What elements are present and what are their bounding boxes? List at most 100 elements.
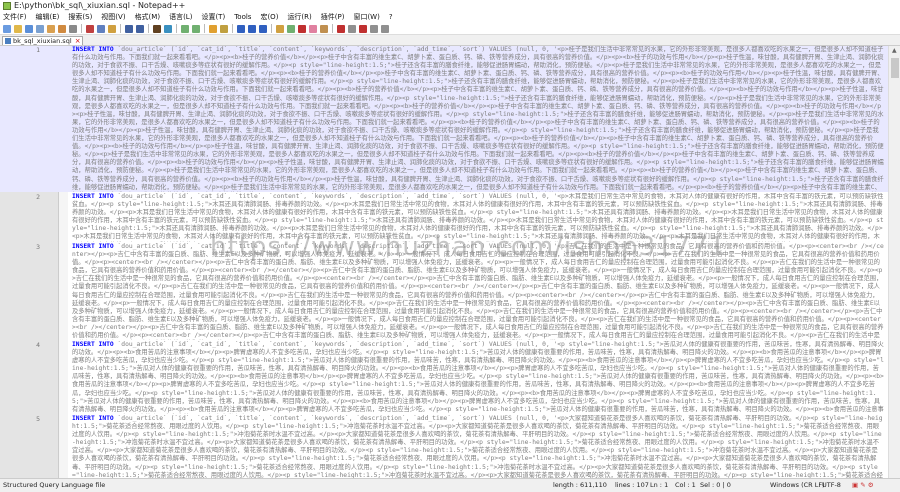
code-line[interactable]: 4 INSERT INTO `dou_article` (`id`, `cat_i… [0,341,888,414]
status-sel: Sel : 0 | 0 [700,481,731,489]
sql-columns: `dou_article` (`id`, `cat_id`, `title`, … [113,341,558,348]
menu-item[interactable]: 运行(R) [287,12,311,23]
stop-macro-icon[interactable] [348,24,356,33]
print-icon[interactable] [69,24,77,33]
close-icon[interactable] [47,24,55,33]
run-macro-icon[interactable] [370,24,378,33]
status-length: length : 611,110 [553,481,607,489]
sql-columns: `dou_article` (`id`, `cat_id`, `title`, … [113,193,558,200]
menu-item[interactable]: Tools [234,12,251,23]
menu-item[interactable]: 语言(L) [169,12,192,23]
zoom-out-icon[interactable] [192,24,200,33]
toolbar-separator [148,24,149,33]
vertical-scrollbar[interactable]: ▲ [888,46,900,478]
toolbar-separator [332,24,333,33]
sync-h-icon[interactable] [220,24,228,33]
udl-icon[interactable] [276,24,284,33]
sql-keyword: INSERT INTO [72,46,114,53]
open-file-icon[interactable] [14,24,22,33]
status-eol[interactable]: Windows (CR LF) [770,479,825,492]
menu-item[interactable]: 设置(T) [201,12,225,23]
func-list-icon[interactable] [298,24,306,33]
notepad-icon [3,2,11,10]
toolbar [0,23,900,35]
record-macro-icon[interactable] [337,24,345,33]
sync-v-icon[interactable] [209,24,217,33]
redo-icon[interactable] [136,24,144,33]
sql-content-continued: <p>桂子是我们生活中非常常见的水果，它的外形非常美观，是很多人都喜欢吃的水果之… [72,62,884,192]
toolbar-separator [120,24,121,33]
menu-bar: 文件(F) 编辑(E) 搜索(S) 视图(V) 格式(M) 语言(L) 设置(T) Tools… [0,12,900,23]
line-text: INSERT INTO `dou_article` (`id`, `cat_id… [72,341,884,414]
sql-keyword: INSERT INTO [72,193,114,200]
scroll-up-icon[interactable]: ▲ [892,47,897,54]
tab-file[interactable]: bk_sql_xiuxian.sql × [2,36,83,45]
sql-content-continued: <p style="line-height:1.5;">苦瓜对人体的健康有很重要… [72,349,884,414]
copy-icon[interactable] [97,24,105,33]
scroll-thumb[interactable] [891,58,899,78]
tab-label: bk_sql_xiuxian.sql [13,37,72,45]
zoom-in-icon[interactable] [181,24,189,33]
menu-item[interactable]: 文件(F) [3,12,27,23]
line-number: 1 [36,46,40,54]
toolbar-separator [176,24,177,33]
toolbar-separator [271,24,272,33]
title-bar: E:\python\bk_sql\_xiuxian.sql - Notepad+… [0,0,900,12]
paste-icon[interactable] [108,24,116,33]
ins-icon: ▣ ✎ ⚙ [852,481,874,489]
menu-item[interactable]: 窗口(W) [353,12,379,23]
new-file-icon[interactable] [3,24,11,33]
undo-icon[interactable] [125,24,133,33]
replace-icon[interactable] [164,24,172,33]
doc-map-icon[interactable] [287,24,295,33]
line-text: INSERT INTO `dou_article` (`id`, `cat_id… [72,46,884,192]
close-all-icon[interactable] [58,24,66,33]
folder-workspace-icon[interactable] [309,24,317,33]
all-chars-icon[interactable] [248,24,256,33]
window-title: E:\python\bk_sql\_xiuxian.sql - Notepad+… [14,1,186,10]
code-line[interactable]: 2 INSERT INTO `dou_article` (`id`, `cat_i… [0,193,888,242]
sql-keyword: INSERT INTO [72,341,114,348]
play-macro-icon[interactable] [359,24,367,33]
sql-content-continued: <p>吉仁在我们的生活中是一种很常见的食品，它具有很高的营养价值和药用价值。</… [72,251,884,340]
find-icon[interactable] [153,24,161,33]
code-line[interactable]: 3 INSERT INTO `dou_article` (`id`, `cat_i… [0,243,888,340]
line-text: INSERT INTO `dou_article` (`id`, `cat_id… [72,193,884,242]
line-text: INSERT INTO `dou_article` (`id`, `cat_id… [72,415,884,478]
line-number: 3 [36,243,40,251]
editor[interactable]: 1 INSERT INTO `dou_article` (`id`, `cat_i… [0,45,900,478]
status-bar: Structured Query Language file length : … [0,478,900,492]
menu-item[interactable]: 格式(M) [135,12,161,23]
status-encoding[interactable]: UTF-8 [822,479,841,492]
line-number: 2 [36,193,40,201]
toolbar-separator [204,24,205,33]
menu-item[interactable]: ? [389,12,393,23]
sql-columns: `dou_article` (`id`, `cat_id`, `title`, … [113,46,558,53]
menu-item[interactable]: 视图(V) [101,12,125,23]
code-line[interactable]: 1 INSERT INTO `dou_article` (`id`, `cat_i… [0,46,888,192]
save-all-icon[interactable] [36,24,44,33]
close-tab-icon[interactable]: × [75,37,81,45]
status-col: Col : 1 [675,481,696,489]
save-macro-icon[interactable] [381,24,389,33]
line-number: 4 [36,341,40,349]
monitor-icon[interactable] [320,24,328,33]
status-lines: lines : 107 [615,481,649,489]
word-wrap-icon[interactable] [237,24,245,33]
indent-guide-icon[interactable] [259,24,267,33]
status-ln: Ln : 1 [650,481,669,489]
menu-item[interactable]: 宏(O) [260,12,278,23]
line-text: INSERT INTO `dou_article` (`id`, `cat_id… [72,243,884,340]
saved-icon [5,38,11,44]
code-line[interactable]: 5 INSERT INTO `dou_article` (`id`, `cat_i… [0,415,888,478]
menu-item[interactable]: 搜索(S) [68,12,92,23]
cut-icon[interactable] [86,24,94,33]
menu-item[interactable]: 插件(P) [321,12,345,23]
line-number: 5 [36,415,40,423]
save-icon[interactable] [25,24,33,33]
sql-keyword: INSERT INTO [72,243,114,250]
menu-item[interactable]: 编辑(E) [36,12,60,23]
sql-columns: `dou_article` (`id`, `cat_id`, `title`, … [113,415,558,422]
sql-keyword: INSERT INTO [72,415,114,422]
status-file-type: Structured Query Language file [3,481,106,489]
